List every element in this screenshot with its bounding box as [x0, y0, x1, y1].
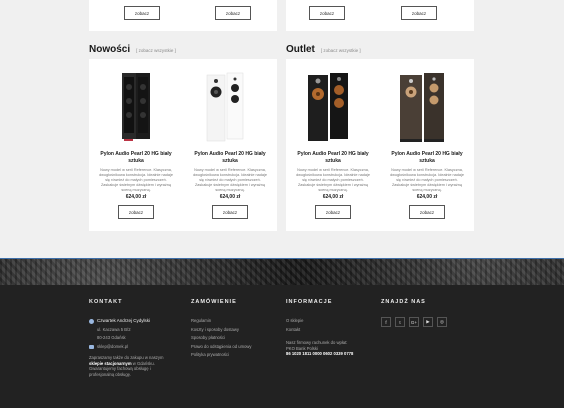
- footer-heading: INFORMACJE: [286, 299, 333, 305]
- store-note-text: Zapraszamy także do zakupu w naszym: [89, 355, 164, 360]
- footer-link-regulamin[interactable]: Regulamin: [191, 317, 252, 326]
- speaker-image[interactable]: [380, 71, 474, 147]
- store-note: Zapraszamy także do zakupu w naszym skle…: [89, 355, 175, 377]
- product-description: Nowy model w serii Reference. Klasyczna,…: [296, 168, 370, 192]
- product-price: 624,00 zł: [125, 194, 147, 200]
- contact-name-line: Czwartek Andrzej Cydylski: [89, 317, 175, 326]
- product-card[interactable]: Pylon Audio Pearl 20 HG biały sztuka Now…: [183, 59, 277, 231]
- footer-link-withdrawal[interactable]: Prawo do odstąpienia od umowy: [191, 343, 252, 352]
- bank-account-number: 86 1020 1811 0000 0602 0339 0778: [286, 351, 354, 357]
- product-card[interactable]: Pylon Audio Pearl 20 HG biały sztuka Now…: [89, 59, 183, 231]
- zobacz-button[interactable]: zobacz: [401, 6, 437, 20]
- twitter-icon[interactable]: t: [395, 317, 405, 327]
- mail-icon: [89, 344, 94, 349]
- product-price: 624,00 zł: [416, 194, 438, 200]
- youtube-icon[interactable]: ▶: [423, 317, 433, 327]
- contact-email[interactable]: sklep@domek.pl: [97, 343, 128, 352]
- footer-heading: KONTAKT: [89, 299, 123, 305]
- instagram-icon[interactable]: ◎: [437, 317, 447, 327]
- zobacz-button[interactable]: zobacz: [215, 6, 251, 20]
- contact-email-line[interactable]: sklep@domek.pl: [89, 343, 175, 352]
- speaker-grille-banner: [0, 258, 564, 285]
- footer-contact: KONTAKT Czwartek Andrzej Cydylski ul. Ka…: [89, 299, 175, 377]
- see-all-link[interactable]: [ zobacz wszystkie ]: [136, 48, 176, 53]
- speaker-image[interactable]: [286, 71, 380, 147]
- footer-link-payment[interactable]: Sposoby płatności: [191, 334, 252, 343]
- address-street: ul. Kaczawa 5 B/2: [97, 326, 131, 332]
- product-card[interactable]: Pylon Audio Pearl 20 HG biały sztuka Now…: [380, 59, 474, 231]
- product-price: 624,00 zł: [219, 194, 241, 200]
- map-pin-icon: [89, 318, 94, 324]
- bank-info: Nasz firmowy rachunek do wpłat: PKO Bank…: [286, 340, 372, 357]
- zobacz-button[interactable]: zobacz: [409, 205, 445, 219]
- footer-link-contact[interactable]: Kontakt: [286, 326, 372, 335]
- site-footer: KONTAKT Czwartek Andrzej Cydylski ul. Ka…: [0, 285, 564, 408]
- footer-link-delivery[interactable]: Koszty i sposoby dostawy: [191, 326, 252, 335]
- zobacz-button[interactable]: zobacz: [315, 205, 351, 219]
- product-name[interactable]: Pylon Audio Pearl 20 HG biały sztuka: [189, 151, 271, 164]
- product-description: Nowy model w serii Reference. Klasyczna,…: [390, 168, 464, 192]
- footer-order: ZAMÓWIENIE Regulamin Koszty i sposoby do…: [191, 299, 252, 360]
- footer-link-about[interactable]: O sklepie: [286, 317, 372, 326]
- company-name: Czwartek Andrzej Cydylski: [97, 318, 151, 323]
- products-panel-outlet: Pylon Audio Pearl 20 HG biały sztuka Now…: [286, 59, 474, 231]
- footer-info: INFORMACJE O sklepie Kontakt Nasz firmow…: [286, 299, 372, 357]
- google-plus-icon[interactable]: G+: [409, 317, 419, 327]
- section-header-outlet: Outlet [ zobacz wszystkie ]: [286, 44, 361, 55]
- social-links: f t G+ ▶ ◎: [381, 317, 447, 327]
- zobacz-button[interactable]: zobacz: [309, 6, 345, 20]
- product-card[interactable]: Pylon Audio Pearl 20 HG biały sztuka Now…: [286, 59, 380, 231]
- product-name[interactable]: Pylon Audio Pearl 20 HG biały sztuka: [292, 151, 374, 164]
- top-products-card-left: zobacz zobacz: [89, 0, 277, 31]
- footer-social: ZNAJDŹ NAS f t G+ ▶ ◎: [381, 299, 447, 327]
- product-description: Nowy model w serii Reference. Klasyczna,…: [99, 168, 173, 192]
- product-description: Nowy model w serii Reference. Klasyczna,…: [193, 168, 267, 192]
- section-header-nowosci: Nowości [ zobacz wszystkie ]: [89, 44, 176, 55]
- speaker-image[interactable]: [183, 71, 277, 147]
- footer-link-privacy[interactable]: Polityka prywatności: [191, 351, 252, 360]
- product-name[interactable]: Pylon Audio Pearl 20 HG biały sztuka: [386, 151, 468, 164]
- footer-heading: ZNAJDŹ NAS: [381, 299, 426, 305]
- zobacz-button[interactable]: zobacz: [124, 6, 160, 20]
- section-title: Outlet: [286, 44, 315, 55]
- footer-heading: ZAMÓWIENIE: [191, 299, 237, 305]
- zobacz-button[interactable]: zobacz: [118, 205, 154, 219]
- section-title: Nowości: [89, 44, 131, 55]
- top-products-card-right: zobacz zobacz: [286, 0, 474, 31]
- products-panel-nowosci: Pylon Audio Pearl 20 HG biały sztuka Now…: [89, 59, 277, 231]
- zobacz-button[interactable]: zobacz: [212, 205, 248, 219]
- store-note-bold: sklepie stacjonarnym: [89, 360, 132, 366]
- facebook-icon[interactable]: f: [381, 317, 391, 327]
- product-price: 624,00 zł: [322, 194, 344, 200]
- speaker-image[interactable]: [89, 71, 183, 147]
- product-name[interactable]: Pylon Audio Pearl 20 HG biały sztuka: [95, 151, 177, 164]
- address-city: 80-243 Gdańsk: [97, 335, 126, 340]
- see-all-link[interactable]: [ zobacz wszystkie ]: [321, 48, 361, 53]
